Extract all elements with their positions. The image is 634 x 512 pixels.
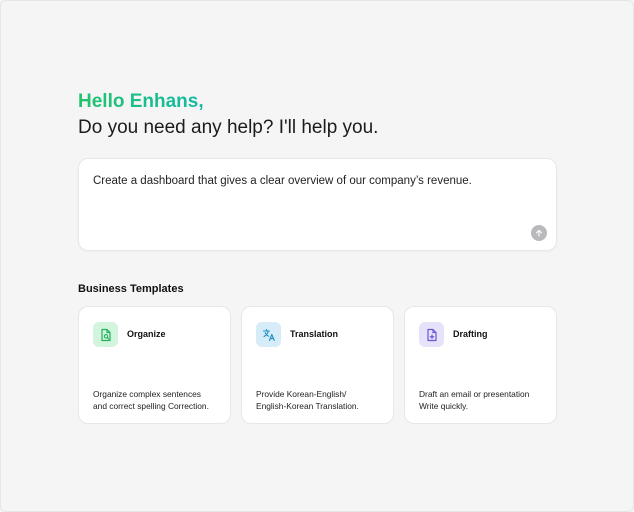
template-card-translation[interactable]: Translation Provide Korean-English/ Engl… bbox=[241, 306, 394, 424]
templates-section-title: Business Templates bbox=[78, 283, 184, 295]
template-desc-line: Provide Korean-English/ bbox=[256, 389, 347, 399]
arrow-up-icon bbox=[536, 229, 542, 237]
template-card-drafting[interactable]: Drafting Draft an email or presentation … bbox=[404, 306, 557, 424]
template-desc-line: Write quickly. bbox=[419, 400, 469, 411]
template-title: Organize bbox=[127, 329, 166, 339]
prompt-input[interactable]: Create a dashboard that gives a clear ov… bbox=[78, 158, 557, 251]
template-description: Organize complex sentences and correct s… bbox=[93, 389, 228, 412]
prompt-text[interactable]: Create a dashboard that gives a clear ov… bbox=[93, 174, 472, 188]
translation-icon-box bbox=[256, 322, 281, 347]
organize-icon-box bbox=[93, 322, 118, 347]
template-description: Draft an email or presentation Write qui… bbox=[419, 389, 554, 412]
document-add-icon bbox=[426, 328, 437, 341]
translate-icon bbox=[262, 328, 275, 341]
template-title: Drafting bbox=[453, 329, 488, 339]
template-title: Translation bbox=[290, 329, 339, 339]
template-desc-line: Draft an email or presentation bbox=[419, 389, 530, 399]
document-search-icon bbox=[100, 328, 111, 341]
template-card-organize[interactable]: Organize Organize complex sentences and … bbox=[78, 306, 231, 424]
drafting-icon-box bbox=[419, 322, 444, 347]
template-desc-line: Organize complex sentences bbox=[93, 389, 201, 399]
app-frame: Hello Enhans, Do you need any help? I'll… bbox=[0, 0, 634, 512]
template-desc-line: and correct spelling Correction. bbox=[93, 400, 209, 411]
send-button[interactable] bbox=[531, 225, 547, 241]
greeting-subtitle: Do you need any help? I'll help you. bbox=[78, 117, 379, 138]
template-description: Provide Korean-English/ English-Korean T… bbox=[256, 389, 391, 412]
greeting-title: Hello Enhans, bbox=[78, 91, 204, 112]
template-desc-line: English-Korean Translation. bbox=[256, 400, 359, 411]
